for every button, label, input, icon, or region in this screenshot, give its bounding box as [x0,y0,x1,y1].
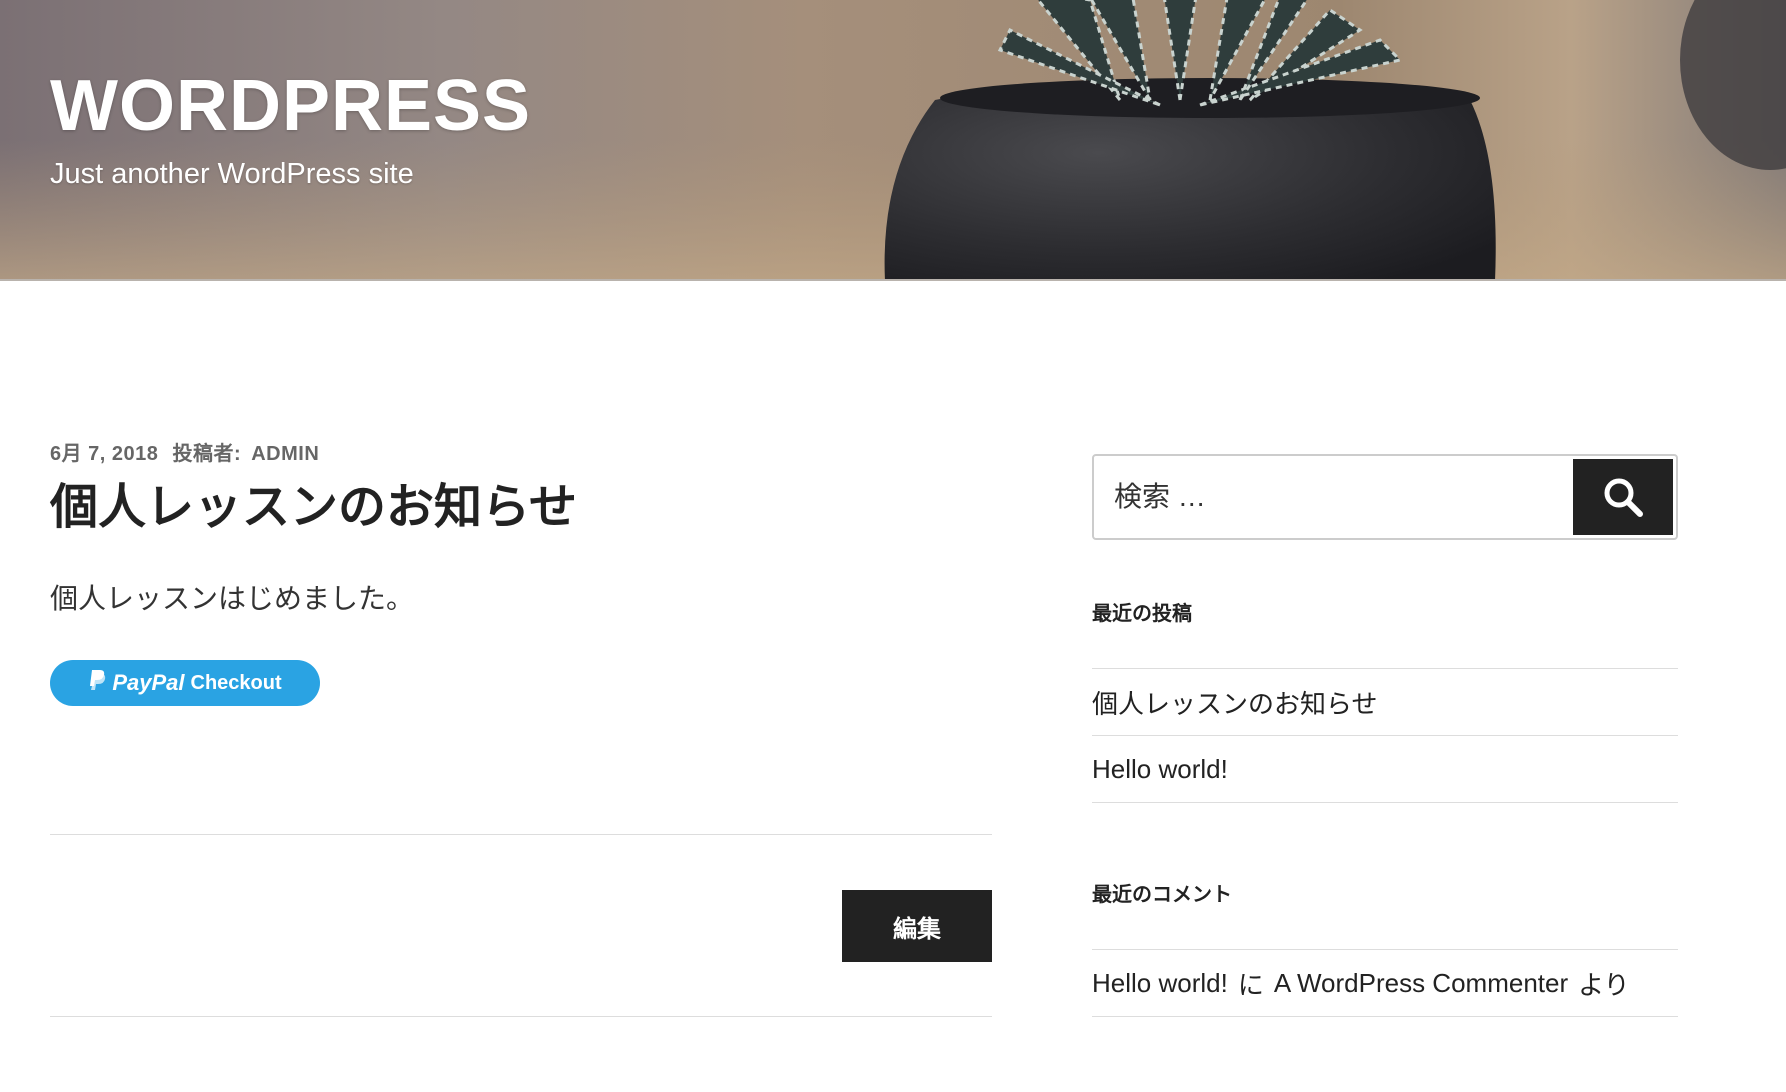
paypal-p-icon [88,669,106,697]
list-item: 個人レッスンのお知らせ [1092,669,1678,736]
site-title[interactable]: WORDPRESS [50,70,531,142]
entry-meta: 6月 7, 2018 投稿者: ADMIN [50,440,992,468]
comment-connector: に [1237,969,1264,1000]
paypal-checkout-label: Checkout [190,671,282,694]
search-button[interactable] [1573,459,1673,535]
post-footer-divider-top [50,834,992,835]
comment-author-link[interactable]: A WordPress Commenter [1274,968,1568,999]
recent-comments-title: 最近のコメント [1092,884,1232,906]
search-icon [1604,478,1643,517]
recent-posts-list: 個人レッスンのお知らせ Hello world! [1092,668,1678,803]
recent-posts-widget: 最近の投稿 個人レッスンのお知らせ Hello world! [1092,600,1678,803]
site-description: Just another WordPress site [50,158,414,190]
comment-post-link[interactable]: Hello world! [1092,968,1228,999]
site-header: WORDPRESS Just another WordPress site [0,0,1786,281]
post: 6月 7, 2018 投稿者: ADMIN 個人レッスンのお知らせ 個人レッスン… [50,440,992,707]
recent-post-link[interactable]: 個人レッスンのお知らせ [1092,684,1377,721]
edit-button[interactable]: 編集 [842,890,992,962]
paypal-checkout-button[interactable]: PayPal Checkout [50,660,320,707]
recent-comments-list: Hello world! に A WordPress Commenter より [1092,949,1678,1017]
paypal-brand-label: PayPal [112,670,185,696]
post-date[interactable]: 6月 7, 2018 [50,443,158,465]
sidebar: 最近の投稿 個人レッスンのお知らせ Hello world! 最近のコメント H… [1092,454,1678,1017]
search-input[interactable] [1094,456,1574,538]
post-footer-divider-bottom [50,1016,992,1017]
post-content: 個人レッスンはじめました。 [50,583,415,615]
post-author[interactable]: ADMIN [251,443,319,465]
search-form [1092,454,1678,540]
comment-connector: より [1578,969,1630,1000]
list-item: Hello world! に A WordPress Commenter より [1092,950,1678,1017]
recent-comments-widget: 最近のコメント Hello world! に A WordPress Comme… [1092,881,1678,1017]
list-item: Hello world! [1092,736,1678,803]
post-title: 個人レッスンのお知らせ [50,481,578,534]
recent-post-link[interactable]: Hello world! [1092,754,1228,785]
author-prefix: 投稿者: [172,443,242,465]
recent-posts-title: 最近の投稿 [1092,603,1192,625]
